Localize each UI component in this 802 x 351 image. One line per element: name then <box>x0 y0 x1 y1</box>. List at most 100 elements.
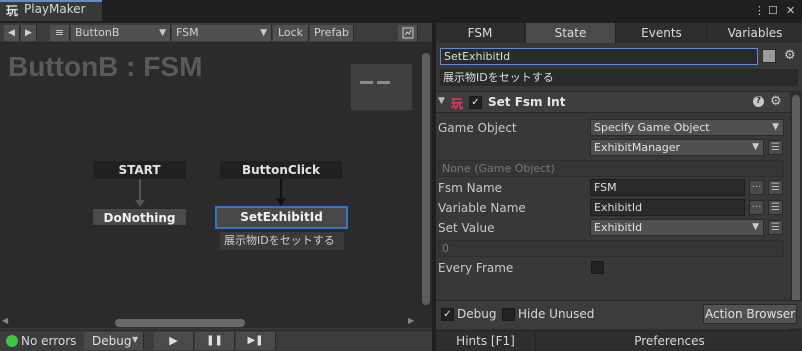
close-icon[interactable]: ✕ <box>786 4 795 17</box>
state-inspector: SetExhibitId ⚙ 展示物IDをセットする ▼ 玩 ✓ Set Fsm… <box>436 43 802 330</box>
fsm-dropdown-value: FSM <box>176 26 199 39</box>
state-name-input[interactable]: SetExhibitId <box>440 48 758 65</box>
graph-title: ButtonB : FSM <box>8 51 203 82</box>
collapse-triangle-icon[interactable]: ▼ <box>438 96 445 106</box>
gameobject-dropdown-value: ButtonB <box>75 26 120 39</box>
debug-dropdown-label: Debug <box>92 334 132 348</box>
step-button[interactable]: ▶❚ <box>236 332 276 350</box>
title-bar: 玩 PlayMaker ⋮ ☐ ✕ <box>0 0 802 23</box>
chevron-down-icon: ▼ <box>159 28 166 38</box>
variable-toggle-button[interactable]: ☰ <box>768 200 783 215</box>
gameobject-dropdown[interactable]: ButtonB ▼ <box>71 25 171 41</box>
graph-vertical-scrollbar[interactable] <box>420 43 432 328</box>
pause-button[interactable]: ❚❚ <box>195 332 235 350</box>
start-event[interactable]: START <box>93 161 186 179</box>
menu-dots-icon[interactable]: ⋮ <box>754 4 765 17</box>
gear-icon[interactable]: ⚙ <box>784 48 796 63</box>
graph-horizontal-scrollbar[interactable]: ◀ ▶ <box>0 316 420 328</box>
debug-checkbox[interactable]: ✓ <box>441 308 454 321</box>
window-title: PlayMaker <box>24 2 86 16</box>
fsm-name-label: Fsm Name <box>438 181 503 195</box>
status-ok-icon <box>6 335 18 347</box>
action-enabled-checkbox[interactable]: ✓ <box>469 96 482 109</box>
state-setexhibitid[interactable]: SetExhibitId <box>215 206 348 229</box>
every-frame-checkbox[interactable] <box>591 261 604 274</box>
graph-toolbar: ◀ ▶ ≡ ButtonB ▼ FSM ▼ Lock Prefab <box>0 23 432 43</box>
graph-view-svg <box>402 27 413 39</box>
action-browser-button[interactable]: Action Browser <box>703 304 797 324</box>
forward-arrow-icon[interactable]: ▶ <box>21 25 37 41</box>
scroll-left-icon[interactable]: ◀ <box>2 316 8 325</box>
hide-unused-label: Hide Unused <box>518 307 595 321</box>
transition-line <box>280 179 282 199</box>
action-title: Set Fsm Int <box>488 95 566 109</box>
tab-state[interactable]: State <box>526 23 616 43</box>
gear-icon[interactable]: ⚙ <box>770 94 782 109</box>
transition-arrow-icon <box>276 198 286 206</box>
chevron-down-icon: ▼ <box>772 122 779 132</box>
graph-bottom-bar: No errors Debug ▼ ▶ ❚❚ ▶❚ <box>0 330 432 351</box>
transition-arrow-icon <box>135 200 145 207</box>
game-object-mode-dropdown[interactable]: Specify Game Object ▼ <box>590 119 784 136</box>
scrollbar-thumb[interactable] <box>115 319 245 327</box>
status-text[interactable]: No errors <box>21 334 76 348</box>
transition-line <box>139 179 141 201</box>
state-donothing[interactable]: DoNothing <box>92 208 187 226</box>
hide-unused-checkbox[interactable] <box>502 308 515 321</box>
more-options-button[interactable]: ··· <box>749 180 764 195</box>
game-object-value: ExhibitManager <box>594 141 681 154</box>
state-description-input[interactable]: 展示物IDをセットする <box>440 69 798 86</box>
scrollbar-thumb[interactable] <box>792 95 800 325</box>
chevron-down-icon: ▼ <box>752 222 759 232</box>
state-color-swatch[interactable] <box>762 49 776 63</box>
game-object-mode-value: Specify Game Object <box>594 121 710 134</box>
minimap-node <box>360 81 373 84</box>
more-options-button[interactable]: ··· <box>749 200 764 215</box>
variable-toggle-button[interactable]: ☰ <box>768 140 783 155</box>
variable-toggle-button[interactable]: ☰ <box>768 220 783 235</box>
variable-name-input[interactable]: ExhibitId <box>590 199 745 216</box>
hints-button[interactable]: Hints [F1] <box>436 331 536 351</box>
tab-variables[interactable]: Variables <box>708 23 802 43</box>
graph-view-icon[interactable] <box>398 25 418 41</box>
inspector-vertical-scrollbar[interactable] <box>790 91 802 330</box>
tab-events[interactable]: Events <box>617 23 707 43</box>
window-tab[interactable]: 玩 PlayMaker <box>0 0 102 21</box>
game-object-field: None (Game Object) <box>438 160 784 177</box>
lock-button[interactable]: Lock <box>273 25 309 41</box>
tab-fsm[interactable]: FSM <box>436 23 525 43</box>
every-frame-label: Every Frame <box>438 261 514 275</box>
game-object-label: Game Object <box>438 121 517 135</box>
play-button[interactable]: ▶ <box>154 332 194 350</box>
maximize-icon[interactable]: ☐ <box>768 4 778 17</box>
graph-minimap[interactable] <box>350 63 413 111</box>
fsm-name-input[interactable]: FSM <box>590 179 745 196</box>
set-value-field: 0 <box>438 240 784 257</box>
inspector-footer: ✓ Debug Hide Unused Action Browser <box>436 300 802 328</box>
set-value-label: Set Value <box>438 221 495 235</box>
buttonclick-event[interactable]: ButtonClick <box>220 161 342 179</box>
variable-name-label: Variable Name <box>438 201 526 215</box>
fsm-dropdown[interactable]: FSM ▼ <box>172 25 272 41</box>
prefab-button[interactable]: Prefab <box>310 25 354 41</box>
inspector-tabs: FSM State Events Variables <box>436 23 802 43</box>
state-description: 展示物IDをセットする <box>220 232 344 250</box>
game-object-dropdown[interactable]: ExhibitManager ▼ <box>590 139 764 156</box>
chevron-down-icon: ▼ <box>132 335 139 344</box>
set-value-value: ExhibitId <box>594 221 643 234</box>
minimap-node <box>377 81 390 84</box>
scroll-right-icon[interactable]: ▶ <box>408 316 414 325</box>
hamburger-menu-icon[interactable]: ≡ <box>50 25 70 41</box>
set-value-dropdown[interactable]: ExhibitId ▼ <box>590 219 764 236</box>
variable-toggle-button[interactable]: ☰ <box>768 180 783 195</box>
chevron-down-icon: ▼ <box>752 142 759 152</box>
chevron-down-icon: ▼ <box>260 28 267 38</box>
playmaker-action-icon: 玩 <box>451 97 464 111</box>
action-header[interactable]: ▼ 玩 ✓ Set Fsm Int ? ⚙ <box>436 91 790 113</box>
help-icon[interactable]: ? <box>753 96 764 107</box>
scrollbar-thumb[interactable] <box>422 53 430 305</box>
preferences-button[interactable]: Preferences <box>537 331 802 351</box>
fsm-graph-canvas[interactable]: ButtonB : FSM START DoNothing ButtonClic… <box>0 43 432 318</box>
back-arrow-icon[interactable]: ◀ <box>4 25 20 41</box>
debug-dropdown[interactable]: Debug ▼ <box>84 332 144 350</box>
